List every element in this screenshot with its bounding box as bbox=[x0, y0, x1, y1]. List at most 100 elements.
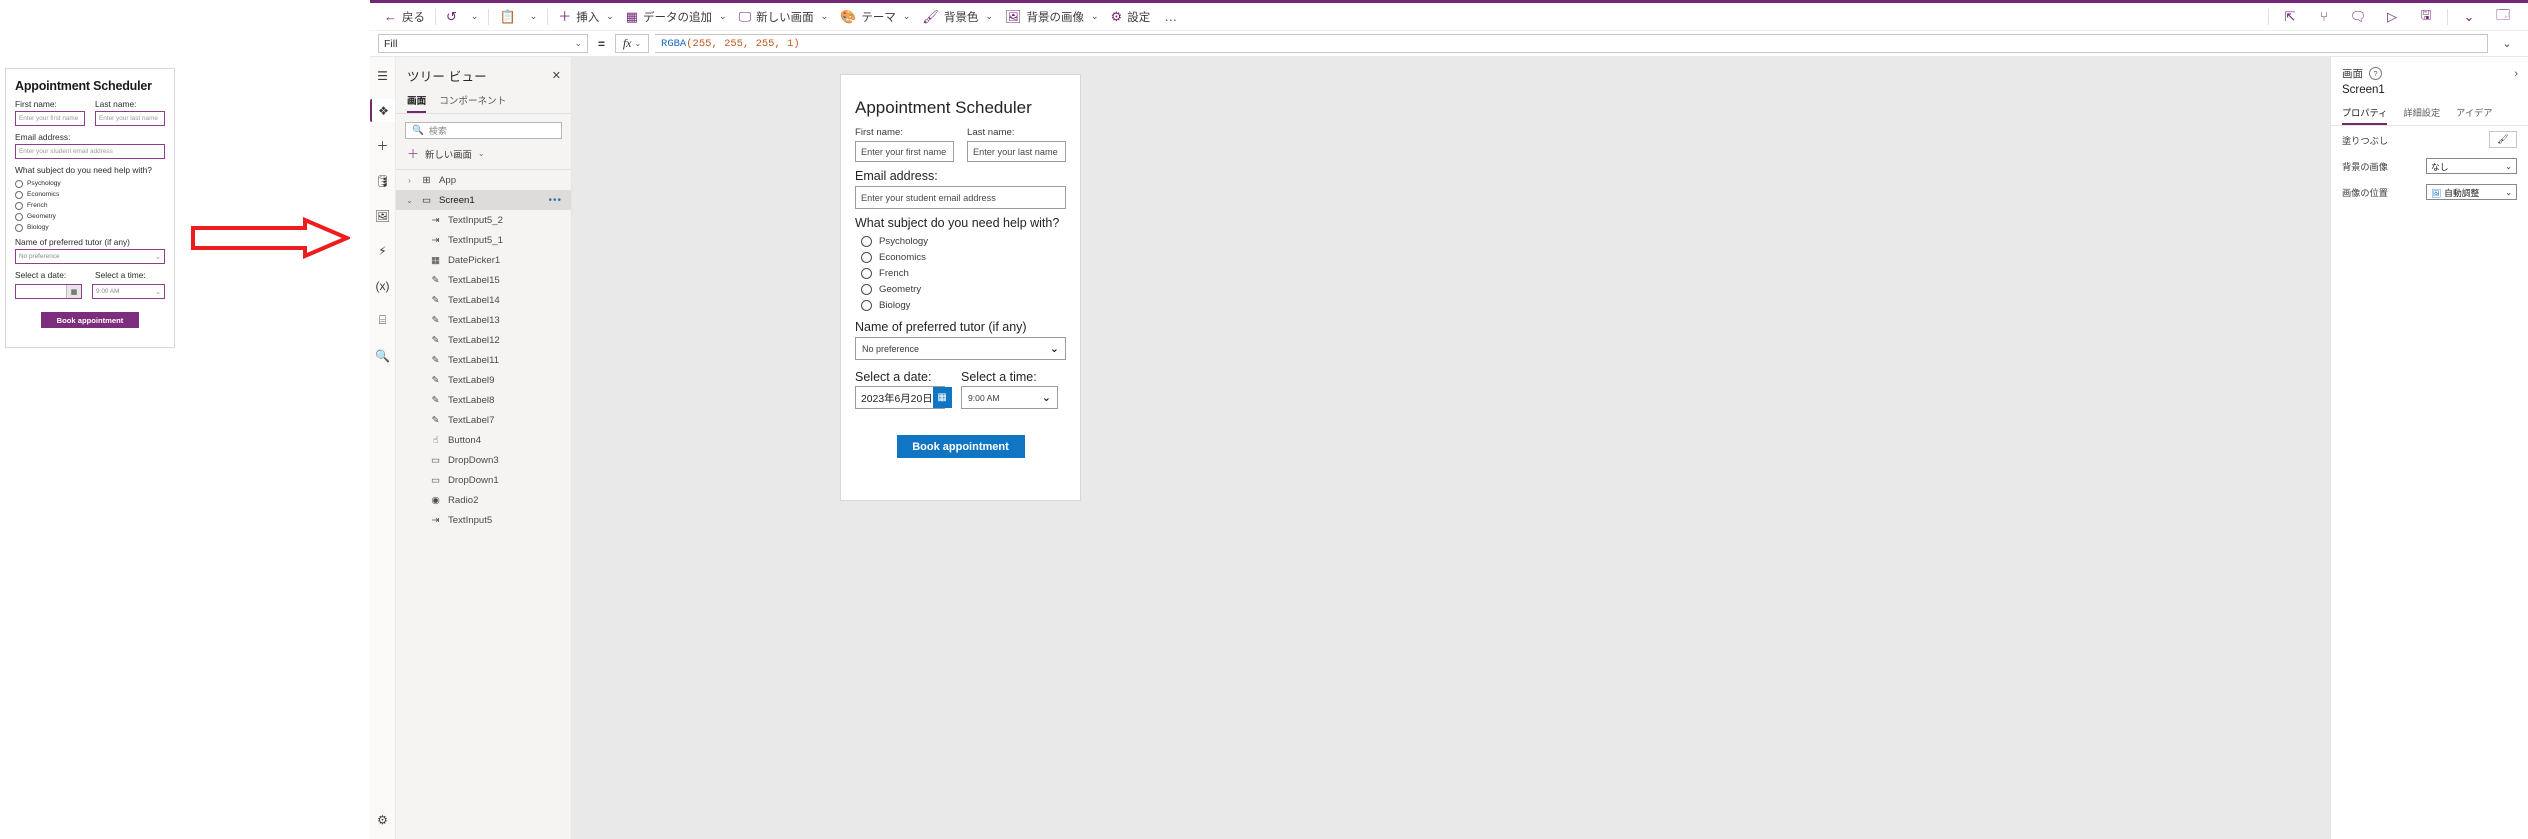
hamburger-menu-icon[interactable]: ☰ bbox=[371, 64, 394, 87]
rail-components-icon[interactable]: ⌸ bbox=[371, 309, 394, 332]
property-selector[interactable]: Fill ⌄ bbox=[378, 34, 588, 53]
tab-properties[interactable]: プロパティ bbox=[2342, 102, 2388, 125]
reference-book-appointment-button[interactable]: Book appointment bbox=[41, 312, 139, 328]
tree-node-item[interactable]: ⇥ TextInput5_2 bbox=[396, 210, 571, 230]
tree-search-placeholder: 検索 bbox=[428, 126, 447, 136]
expand-formula-bar-button[interactable]: ⌄ bbox=[2494, 33, 2520, 55]
tree-node-item[interactable]: ✎ TextLabel9 bbox=[396, 370, 571, 390]
chevron-down-icon[interactable]: ⌄ bbox=[2452, 5, 2486, 29]
help-icon[interactable]: ? bbox=[2369, 67, 2382, 80]
settings-button[interactable]: ⚙ 設定 bbox=[1105, 5, 1157, 29]
reference-email-input[interactable]: Enter your student email address bbox=[15, 144, 165, 159]
background-image-button[interactable]: 🖼 背景の画像 ⌄ bbox=[999, 5, 1105, 29]
reference-radio-label: Psychology bbox=[27, 180, 61, 187]
image-position-dropdown[interactable]: 🖼 自動調整 ⌄ bbox=[2426, 184, 2517, 200]
theme-button[interactable]: 🎨 テーマ ⌄ bbox=[834, 5, 916, 29]
background-color-button[interactable]: 🖌 背景色 ⌄ bbox=[916, 5, 999, 29]
tab-advanced[interactable]: 詳細設定 bbox=[2403, 102, 2440, 125]
tree-node-item[interactable]: ▭ DropDown1 bbox=[396, 470, 571, 490]
tree-node-screen1[interactable]: ⌄ ▭ Screen1 ••• bbox=[396, 190, 571, 210]
back-button[interactable]: ← 戻る bbox=[378, 5, 431, 29]
fill-color-button[interactable]: 🖌 bbox=[2489, 131, 2517, 148]
canvas-screen[interactable]: Appointment Scheduler First name: Enter … bbox=[841, 75, 1080, 500]
reference-last-name-input[interactable]: Enter your last name bbox=[95, 111, 165, 126]
new-screen-tree-button[interactable]: ＋ 新しい画面 ⌄ bbox=[396, 144, 571, 169]
overflow-menu-button[interactable]: … bbox=[1156, 9, 1186, 24]
canvas-radio-option[interactable]: Psychology bbox=[861, 233, 1066, 249]
reference-radio-option[interactable]: French bbox=[15, 200, 165, 211]
tree-node-item[interactable]: ☝ Button4 bbox=[396, 430, 571, 450]
canvas-book-appointment-button[interactable]: Book appointment bbox=[896, 435, 1025, 458]
tree-node-item[interactable]: ◉ Radio2 bbox=[396, 490, 571, 510]
reference-tutor-dropdown[interactable]: No preference ⌄ bbox=[15, 249, 165, 264]
tree-node-item[interactable]: ⇥ TextInput5_1 bbox=[396, 230, 571, 250]
rail-tree-view-icon[interactable]: ❖ bbox=[370, 99, 395, 122]
undo-menu-button[interactable]: ⌄ bbox=[463, 5, 485, 29]
canvas-first-name-input[interactable]: Enter your first name bbox=[855, 141, 954, 162]
reference-time-dropdown[interactable]: 9:00 AM ⌄ bbox=[92, 284, 165, 299]
more-options-icon[interactable]: ••• bbox=[548, 195, 562, 206]
flow-icon[interactable]: ⑂ bbox=[2307, 5, 2341, 29]
add-data-button[interactable]: ▦ データの追加 ⌄ bbox=[620, 5, 733, 29]
tree-node-item[interactable]: ✎ TextLabel11 bbox=[396, 350, 571, 370]
tree-node-item[interactable]: ✎ TextLabel7 bbox=[396, 410, 571, 430]
tab-components[interactable]: コンポーネント bbox=[439, 90, 506, 113]
tab-screens[interactable]: 画面 bbox=[407, 90, 427, 113]
tree-node-item[interactable]: ✎ TextLabel12 bbox=[396, 330, 571, 350]
canvas-radio-option[interactable]: Geometry bbox=[861, 281, 1066, 297]
rail-power-automate-icon[interactable]: ⚡ bbox=[371, 239, 394, 262]
close-icon[interactable]: ✕ bbox=[552, 69, 561, 82]
reference-radio-option[interactable]: Economics bbox=[15, 189, 165, 200]
canvas-time-dropdown[interactable]: 9:00 AM ⌄ bbox=[961, 386, 1058, 409]
tree-search-input[interactable]: 🔍 検索 bbox=[405, 122, 562, 139]
reference-date-picker[interactable]: ▦ bbox=[15, 284, 82, 299]
canvas-tutor-dropdown[interactable]: No preference ⌄ bbox=[855, 337, 1066, 360]
canvas-date-picker[interactable]: 2023年6月20日 ▦ bbox=[855, 386, 952, 409]
calendar-icon[interactable]: ▦ bbox=[932, 387, 952, 408]
plus-icon: ＋ bbox=[407, 147, 420, 161]
label-icon: ✎ bbox=[431, 414, 440, 426]
tree-node-item[interactable]: ▭ DropDown3 bbox=[396, 450, 571, 470]
formula-input[interactable]: RGBA(255, 255, 255, 1) bbox=[655, 34, 2488, 53]
tree-node-item[interactable]: ▦ DatePicker1 bbox=[396, 250, 571, 270]
fx-button[interactable]: fx ⌄ bbox=[615, 34, 650, 53]
canvas-radio-option[interactable]: French bbox=[861, 265, 1066, 281]
new-screen-button[interactable]: 🖵 新しい画面 ⌄ bbox=[733, 5, 835, 29]
insert-button[interactable]: ＋ 挿入 ⌄ bbox=[552, 5, 620, 29]
comment-icon[interactable]: 🗨 bbox=[2341, 5, 2375, 29]
property-value: 自動調整 bbox=[2444, 187, 2480, 198]
reference-radio-option[interactable]: Biology bbox=[15, 222, 165, 233]
rail-search-icon[interactable]: 🔍 bbox=[371, 344, 394, 367]
tree-node-item[interactable]: ✎ TextLabel13 bbox=[396, 310, 571, 330]
app-canvas[interactable]: Appointment Scheduler First name: Enter … bbox=[572, 57, 2330, 839]
text-input-icon: ⇥ bbox=[431, 234, 440, 246]
rail-data-icon[interactable]: 🛢 bbox=[371, 169, 394, 192]
share-icon[interactable]: ⇱ bbox=[2273, 5, 2307, 29]
canvas-radio-option[interactable]: Economics bbox=[861, 249, 1066, 265]
rail-media-icon[interactable]: 🖼 bbox=[371, 204, 394, 227]
tree-node-item[interactable]: ✎ TextLabel15 bbox=[396, 270, 571, 290]
reference-subject-label: What subject do you need help with? bbox=[15, 165, 152, 175]
paste-menu-button[interactable]: ⌄ bbox=[522, 5, 544, 29]
reference-first-name-input[interactable]: Enter your first name bbox=[15, 111, 85, 126]
collapse-panel-icon[interactable]: › bbox=[2514, 68, 2518, 80]
tree-node-app[interactable]: › ⊞ App bbox=[396, 170, 571, 190]
tree-node-item[interactable]: ✎ TextLabel14 bbox=[396, 290, 571, 310]
rail-insert-icon[interactable]: ＋ bbox=[371, 134, 394, 157]
paste-button[interactable]: 📋 bbox=[493, 5, 521, 29]
canvas-email-input[interactable]: Enter your student email address bbox=[855, 186, 1066, 209]
save-icon[interactable]: 🖫 bbox=[2409, 5, 2443, 29]
rail-settings-icon[interactable]: ⚙ bbox=[371, 808, 394, 831]
reference-radio-option[interactable]: Psychology bbox=[15, 178, 165, 189]
tree-node-item[interactable]: ✎ TextLabel8 bbox=[396, 390, 571, 410]
background-image-dropdown[interactable]: なし ⌄ bbox=[2426, 158, 2517, 174]
publish-icon[interactable]: 🗔 bbox=[2486, 5, 2520, 29]
canvas-last-name-input[interactable]: Enter your last name bbox=[967, 141, 1066, 162]
tab-ideas[interactable]: アイデア bbox=[2456, 102, 2492, 125]
undo-button[interactable]: ↺ bbox=[440, 5, 463, 29]
rail-variables-icon[interactable]: (x) bbox=[371, 274, 394, 297]
play-icon[interactable]: ▷ bbox=[2375, 5, 2409, 29]
tree-node-item[interactable]: ⇥ TextInput5 bbox=[396, 510, 571, 530]
reference-radio-option[interactable]: Geometry bbox=[15, 211, 165, 222]
canvas-radio-option[interactable]: Biology bbox=[861, 297, 1066, 313]
